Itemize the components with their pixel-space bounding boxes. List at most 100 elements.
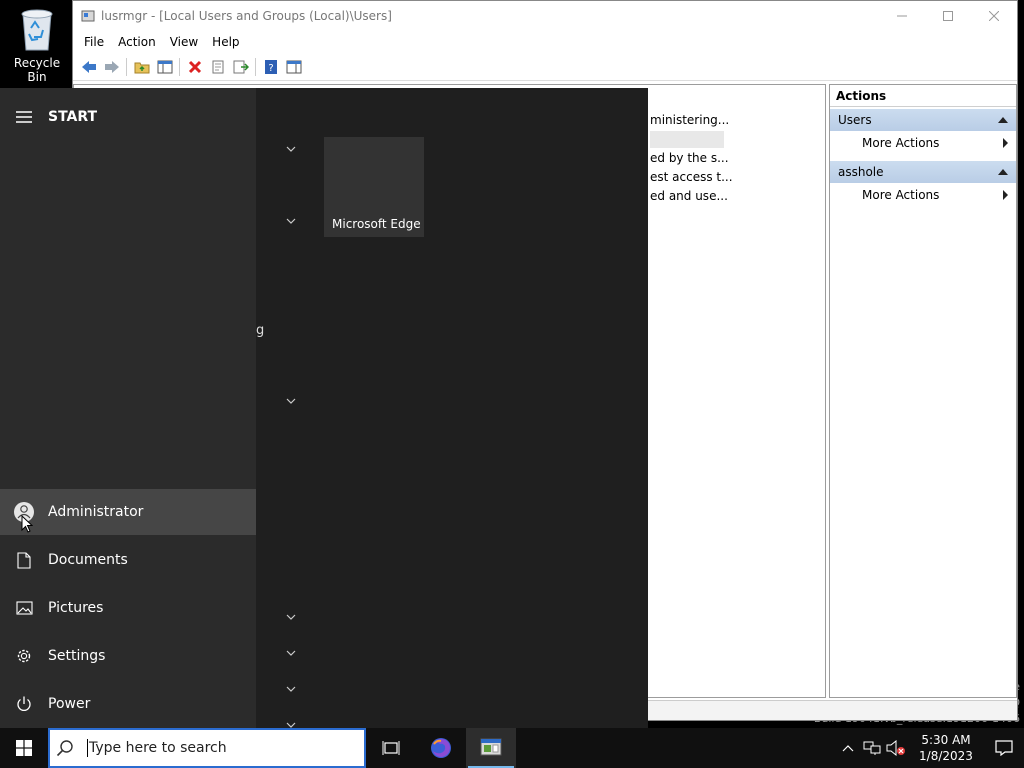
action-item-label: More Actions <box>862 188 940 202</box>
maximize-button[interactable] <box>925 1 971 31</box>
show-hide-action-pane-button[interactable] <box>282 56 305 78</box>
more-actions-user[interactable]: More Actions <box>830 183 1016 207</box>
submenu-arrow-icon <box>1003 190 1008 200</box>
collapse-up-icon[interactable] <box>998 169 1008 175</box>
properties-button[interactable] <box>206 56 229 78</box>
chevron-down-icon[interactable] <box>286 648 296 659</box>
task-view-button[interactable] <box>366 728 416 768</box>
start-item-label: Pictures <box>48 600 104 616</box>
mmc-console-icon <box>480 738 502 756</box>
up-folder-button[interactable] <box>130 56 153 78</box>
submenu-arrow-icon <box>1003 138 1008 148</box>
forward-button[interactable] <box>100 56 123 78</box>
delete-x-icon <box>188 60 201 73</box>
delete-button[interactable] <box>183 56 206 78</box>
expand-menu-button[interactable] <box>0 111 48 123</box>
help-button[interactable]: ? <box>259 56 282 78</box>
network-icon <box>863 741 881 755</box>
start-title: START <box>48 109 98 125</box>
hamburger-menu-icon <box>16 111 32 123</box>
clock-time: 5:30 AM <box>921 733 971 747</box>
minimize-button[interactable] <box>879 1 925 31</box>
start-item-label: Documents <box>48 552 128 568</box>
app-list-fragment: g <box>256 323 265 338</box>
taskbar-clock[interactable]: 5:30 AM 1/8/2023 <box>908 732 984 764</box>
start-item-label: Administrator <box>48 504 144 520</box>
start-item-administrator[interactable]: Administrator <box>0 489 256 535</box>
notification-icon <box>995 740 1013 756</box>
close-button[interactable] <box>971 1 1017 31</box>
windows-logo-icon <box>16 740 32 756</box>
pictures-icon <box>0 601 48 615</box>
help-book-icon: ? <box>264 59 277 74</box>
text-caret <box>87 739 88 757</box>
clock-date: 1/8/2023 <box>919 749 973 763</box>
volume-button[interactable] <box>884 740 908 756</box>
user-description-2 <box>650 131 724 148</box>
back-button[interactable] <box>77 56 100 78</box>
start-header: START <box>0 102 97 132</box>
taskbar-search-box[interactable]: Type here to search <box>48 728 366 768</box>
actions-section-title: Users <box>838 113 872 127</box>
chevron-down-icon[interactable] <box>286 684 296 695</box>
toolbar-separator <box>126 57 127 76</box>
start-button[interactable] <box>0 728 48 768</box>
firefox-icon <box>431 738 451 758</box>
recycle-bin[interactable]: Recycle Bin <box>4 6 70 84</box>
action-item-label: More Actions <box>862 136 940 150</box>
menu-view[interactable]: View <box>163 35 205 49</box>
export-list-button[interactable] <box>229 56 252 78</box>
search-icon <box>56 740 73 757</box>
gear-icon <box>0 647 48 665</box>
more-actions-users[interactable]: More Actions <box>830 131 1016 155</box>
mmc-app-icon <box>81 9 95 23</box>
show-hidden-icons-button[interactable] <box>836 744 860 752</box>
chevron-up-icon <box>842 745 854 752</box>
actions-section-users[interactable]: Users <box>830 109 1016 131</box>
console-tree-icon <box>157 60 172 73</box>
window-title: lusrmgr - [Local Users and Groups (Local… <box>101 9 392 23</box>
mouse-cursor-icon <box>21 515 33 533</box>
window-titlebar[interactable]: lusrmgr - [Local Users and Groups (Local… <box>73 1 1017 31</box>
start-item-power[interactable]: Power <box>0 681 256 727</box>
toolbar-separator <box>255 57 256 76</box>
toolbar-separator <box>179 57 180 76</box>
tile-microsoft-edge[interactable]: Microsoft Edge <box>324 137 424 237</box>
tile-label: Microsoft Edge <box>332 217 421 231</box>
collapse-up-icon[interactable] <box>998 117 1008 123</box>
taskbar-firefox[interactable] <box>416 728 466 768</box>
close-icon <box>989 11 999 21</box>
recycle-bin-icon <box>17 6 57 52</box>
task-view-icon <box>382 741 400 755</box>
network-button[interactable] <box>860 740 884 756</box>
folder-up-icon <box>134 62 149 73</box>
menu-file[interactable]: File <box>77 35 111 49</box>
menu-help[interactable]: Help <box>205 35 246 49</box>
show-hide-tree-button[interactable] <box>153 56 176 78</box>
document-icon <box>0 551 48 569</box>
taskbar: Type here to search 5:30 AM 1/8/2023 <box>0 728 1024 768</box>
actions-section-title: asshole <box>838 165 884 179</box>
svg-text:?: ? <box>268 63 273 74</box>
start-menu-rail: START Administrator Documents Pictures S… <box>0 88 256 728</box>
start-item-pictures[interactable]: Pictures <box>0 585 256 631</box>
toolbar: ? <box>73 53 1017 81</box>
start-item-settings[interactable]: Settings <box>0 633 256 679</box>
maximize-icon <box>943 11 953 21</box>
system-tray: 5:30 AM 1/8/2023 <box>836 728 1024 768</box>
volume-muted-icon <box>886 740 905 756</box>
action-center-button[interactable] <box>984 740 1024 756</box>
chevron-down-icon[interactable] <box>286 612 296 623</box>
menu-bar: File Action View Help <box>73 31 1017 53</box>
action-pane-icon <box>286 60 301 73</box>
taskbar-lusrmgr[interactable] <box>466 728 516 768</box>
actions-section-user[interactable]: asshole <box>830 161 1016 183</box>
forward-arrow-icon <box>104 60 119 73</box>
start-item-documents[interactable]: Documents <box>0 537 256 583</box>
menu-action[interactable]: Action <box>111 35 163 49</box>
chevron-down-icon[interactable] <box>286 144 296 155</box>
user-description-3: ed by the s... <box>650 151 729 165</box>
chevron-down-icon[interactable] <box>286 396 296 407</box>
chevron-down-icon[interactable] <box>286 216 296 227</box>
start-item-label: Power <box>48 696 91 712</box>
